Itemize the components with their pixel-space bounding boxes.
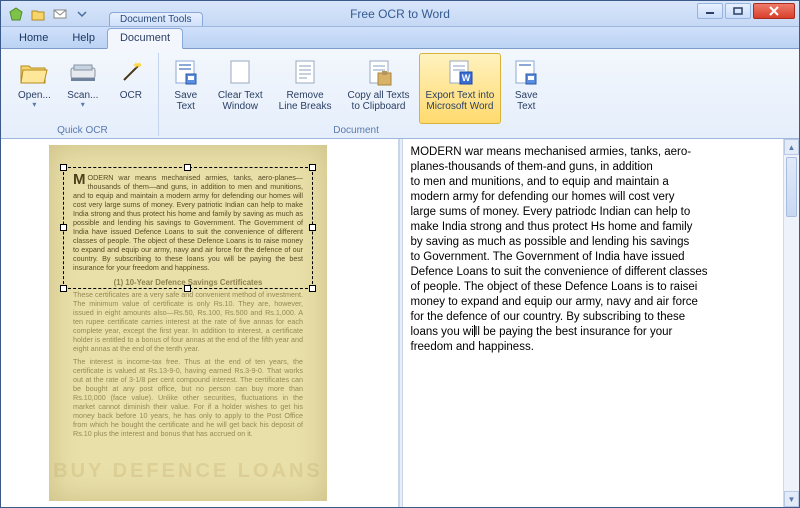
- dropdown-icon: ▾: [32, 101, 36, 109]
- scan-watermark: BUY DEFENCE LOANS: [49, 460, 327, 483]
- close-button[interactable]: [753, 3, 795, 19]
- tab-help[interactable]: Help: [60, 29, 107, 48]
- scan-button[interactable]: Scan... ▾: [60, 53, 106, 124]
- save-icon: [510, 56, 542, 88]
- clear-text-button[interactable]: Clear Text Window: [211, 53, 270, 124]
- ocr-button[interactable]: OCR: [108, 53, 154, 124]
- resize-handle-n[interactable]: [184, 164, 191, 171]
- qat-dropdown-icon[interactable]: [73, 5, 91, 23]
- scan-para3: The interest is income-tax free. Thus at…: [73, 357, 303, 438]
- open-button[interactable]: Open... ▾: [11, 53, 58, 124]
- group-document-label: Document: [163, 124, 549, 136]
- clipboard-icon: [363, 56, 395, 88]
- remove-line-breaks-button[interactable]: Remove Line Breaks: [272, 53, 339, 124]
- tab-document[interactable]: Document: [107, 28, 183, 49]
- ocr-label: OCR: [120, 90, 142, 101]
- resize-handle-ne[interactable]: [309, 164, 316, 171]
- save-text2-label: Save Text: [515, 90, 538, 112]
- save-text-button[interactable]: Save Text: [163, 53, 209, 124]
- save-icon: [170, 56, 202, 88]
- text-caret: [474, 325, 475, 337]
- maximize-button[interactable]: [725, 3, 751, 19]
- word-export-icon: W: [444, 56, 476, 88]
- text-pane: MODERN war means mechanised armies, tank…: [403, 139, 800, 507]
- tab-home[interactable]: Home: [7, 29, 60, 48]
- resize-handle-sw[interactable]: [60, 285, 67, 292]
- quick-access-toolbar: [1, 1, 97, 26]
- context-label-text: Document Tools: [109, 12, 203, 26]
- save-text-label: Save Text: [174, 90, 197, 112]
- ocr-selection-marquee[interactable]: [63, 167, 313, 289]
- blank-page-icon: [224, 56, 256, 88]
- minimize-button[interactable]: [697, 3, 723, 19]
- group-document: Save Text Clear Text Window Remove Line …: [159, 53, 553, 136]
- resize-handle-s[interactable]: [184, 285, 191, 292]
- group-quick-ocr-label: Quick OCR: [11, 124, 154, 136]
- wand-icon: [115, 56, 147, 88]
- folder-open-icon: [18, 56, 50, 88]
- resize-handle-e[interactable]: [309, 224, 316, 231]
- resize-handle-se[interactable]: [309, 285, 316, 292]
- dropdown-icon: ▾: [81, 101, 85, 109]
- group-quick-ocr: Open... ▾ Scan... ▾ OCR Quick OCR: [7, 53, 159, 136]
- export-to-word-button[interactable]: W Export Text into Microsoft Word: [419, 53, 502, 124]
- scan-para2: These certificates are a very safe and c…: [73, 290, 303, 353]
- scroll-thumb[interactable]: [786, 157, 797, 217]
- clear-text-label: Clear Text Window: [218, 90, 263, 112]
- qat-app-icon[interactable]: [7, 5, 25, 23]
- svg-text:W: W: [462, 73, 471, 83]
- vertical-scrollbar[interactable]: ▲ ▼: [783, 139, 799, 507]
- ribbon-tabs: Home Help Document: [1, 27, 799, 49]
- window-controls: [697, 3, 795, 19]
- qat-open-icon[interactable]: [29, 5, 47, 23]
- remove-breaks-label: Remove Line Breaks: [279, 90, 332, 112]
- scroll-up-arrow[interactable]: ▲: [784, 139, 799, 155]
- export-word-label: Export Text into Microsoft Word: [426, 90, 495, 112]
- titlebar: Document Tools Free OCR to Word: [1, 1, 799, 27]
- resize-handle-w[interactable]: [60, 224, 67, 231]
- contextual-tab-label: Document Tools: [109, 1, 203, 26]
- copy-to-clipboard-button[interactable]: Copy all Texts to Clipboard: [340, 53, 416, 124]
- ribbon: Open... ▾ Scan... ▾ OCR Quick OCR Save T…: [1, 49, 799, 139]
- save-text-button-2[interactable]: Save Text: [503, 53, 549, 124]
- lines-icon: [289, 56, 321, 88]
- ocr-output-textarea[interactable]: MODERN war means mechanised armies, tank…: [403, 139, 784, 507]
- resize-handle-nw[interactable]: [60, 164, 67, 171]
- qat-mail-icon[interactable]: [51, 5, 69, 23]
- image-pane[interactable]: MODERN war means mechanised armies, tank…: [1, 139, 399, 507]
- scroll-down-arrow[interactable]: ▼: [784, 491, 799, 507]
- copy-clip-label: Copy all Texts to Clipboard: [347, 90, 409, 112]
- scanner-icon: [67, 56, 99, 88]
- content-area: MODERN war means mechanised armies, tank…: [1, 139, 799, 507]
- ocr-output-text: MODERN war means mechanised armies, tank…: [411, 146, 708, 353]
